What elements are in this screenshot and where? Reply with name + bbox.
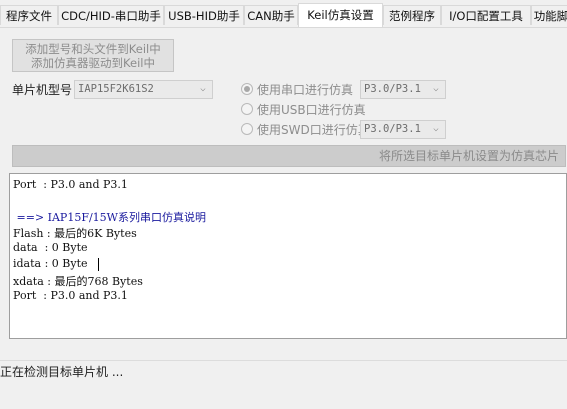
log-output[interactable]: Port : P3.0 and P3.1 ==> IAP15F/15W系列串口仿… <box>9 173 567 339</box>
radio-swd-sim-label: 使用SWD口进行仿真 <box>257 123 370 137</box>
tab-usb-hid[interactable]: USB-HID助手 <box>164 5 244 25</box>
tab-keil-settings[interactable]: Keil仿真设置 <box>298 3 383 27</box>
add-to-keil-button[interactable]: 添加型号和头文件到Keil中 添加仿真器驱动到Keil中 <box>12 39 174 72</box>
radio-serial-sim-label: 使用串口进行仿真 <box>257 83 354 97</box>
tab-can[interactable]: CAN助手 <box>244 5 298 25</box>
log-line: Port : P3.0 and P3.1 <box>13 289 128 302</box>
status-bar: 正在检测目标单片机 ... <box>0 360 567 383</box>
radio-usb-sim[interactable] <box>241 103 253 115</box>
mcu-model-value: IAP15F2K61S2 <box>78 83 154 95</box>
log-line: data : 0 Byte <box>13 241 88 254</box>
log-line: Port : P3.0 and P3.1 <box>13 178 128 191</box>
radio-serial-sim[interactable] <box>241 83 253 95</box>
mcu-model-label: 单片机型号 <box>12 83 73 97</box>
swd-port-value: P3.0/P3.1 <box>364 123 421 135</box>
tab-io-config[interactable]: I/O口配置工具 <box>441 5 531 25</box>
chevron-down-icon: ⌵ <box>433 124 439 134</box>
radio-usb-sim-label: 使用USB口进行仿真 <box>257 103 366 117</box>
swd-port-select[interactable]: P3.0/P3.1 ⌵ <box>360 120 446 139</box>
tab-cdc-hid-serial[interactable]: CDC/HID-串口助手 <box>58 5 164 25</box>
serial-port-select[interactable]: P3.0/P3.1 ⌵ <box>360 80 446 99</box>
radio-swd-sim[interactable] <box>241 123 253 135</box>
serial-port-value: P3.0/P3.1 <box>364 83 421 95</box>
status-text: 正在检测目标单片机 ... <box>0 365 124 379</box>
log-line: Flash : 最后的6K Bytes <box>13 227 137 240</box>
tab-examples[interactable]: 范例程序 <box>383 5 441 25</box>
log-line: ==> IAP15F/15W系列串口仿真说明 <box>13 211 206 224</box>
text-caret <box>98 258 99 271</box>
chevron-down-icon: ⌵ <box>200 84 206 94</box>
tab-function-pins[interactable]: 功能脚 <box>531 5 567 25</box>
mcu-model-select[interactable]: IAP15F2K61S2 ⌵ <box>74 80 213 99</box>
log-line: idata : 0 Byte <box>13 257 88 270</box>
tab-program-file[interactable]: 程序文件 <box>0 5 58 25</box>
tab-bar: 程序文件 CDC/HID-串口助手 USB-HID助手 CAN助手 Keil仿真… <box>0 0 567 28</box>
chevron-down-icon: ⌵ <box>433 84 439 94</box>
set-sim-chip-button[interactable]: 将所选目标单片机设置为仿真芯片 <box>12 145 566 167</box>
log-line: xdata : 最后的768 Bytes <box>13 275 143 288</box>
